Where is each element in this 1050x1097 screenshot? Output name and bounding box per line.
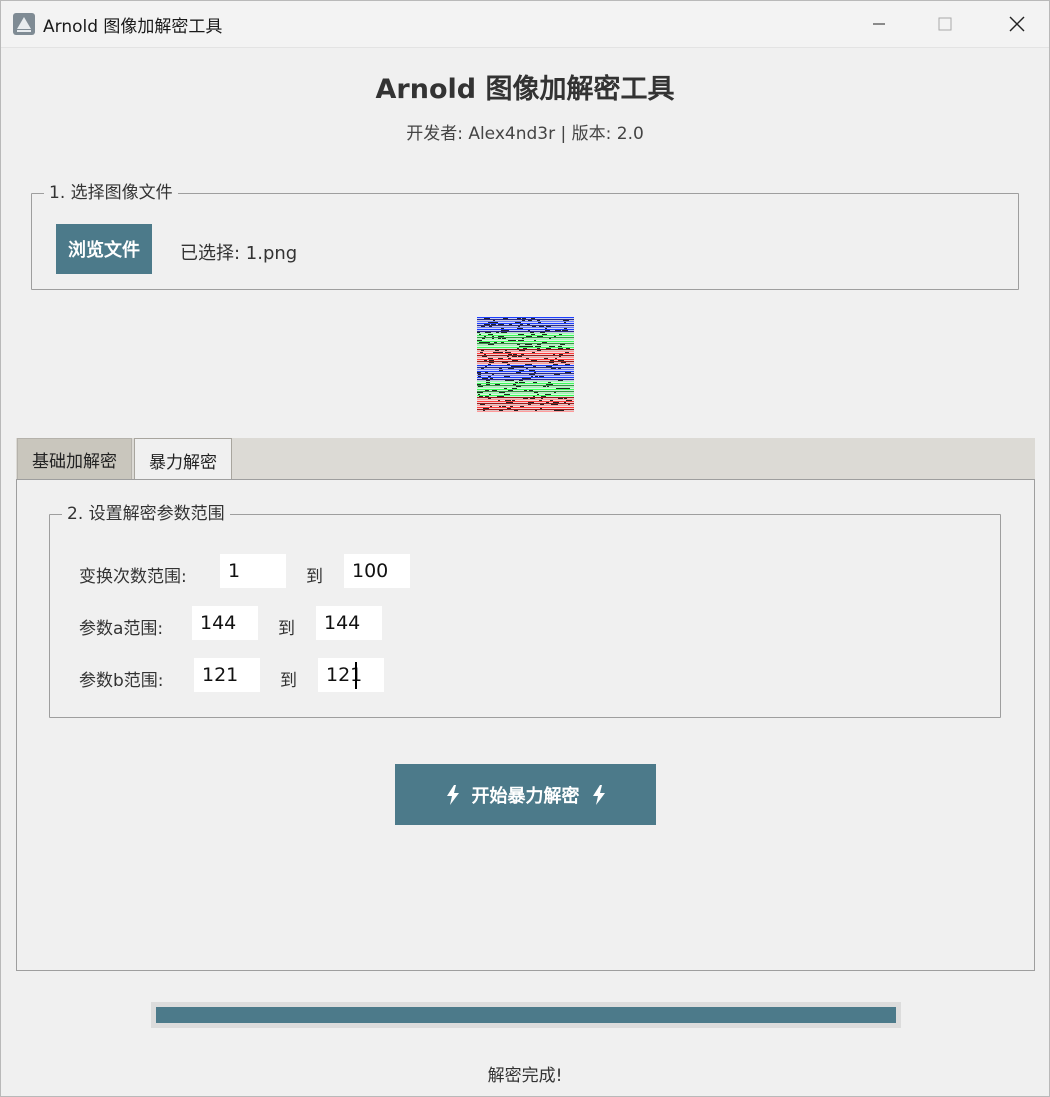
param-b-to-input[interactable] [318, 658, 384, 692]
browse-file-button[interactable]: 浏览文件 [56, 224, 152, 274]
tab-strip: 基础加解密 暴力解密 [16, 438, 1035, 481]
param-a-from-input[interactable] [192, 606, 258, 640]
tab-brute-decrypt[interactable]: 暴力解密 [134, 438, 232, 481]
page-title: Arnold 图像加解密工具 [375, 74, 675, 105]
window-title: Arnold 图像加解密工具 [43, 17, 223, 37]
progress-bar [151, 1002, 901, 1028]
param-b-range-label: 参数b范围: [79, 671, 164, 691]
maximize-button[interactable] [915, 1, 975, 47]
text-cursor [355, 662, 357, 689]
to-label: 到 [278, 619, 295, 639]
close-button[interactable] [987, 1, 1047, 47]
param-a-to-input[interactable] [316, 606, 382, 640]
selected-file-label: 已选择: 1.png [180, 243, 298, 264]
status-text: 解密完成! [487, 1066, 563, 1086]
minimize-icon [873, 23, 885, 25]
start-brute-decrypt-button[interactable]: 开始暴力解密 [395, 764, 656, 825]
app-triangle-icon [13, 13, 35, 35]
iterations-range-label: 变换次数范围: [79, 567, 187, 587]
param-b-from-input[interactable] [194, 658, 260, 692]
title-bar[interactable]: Arnold 图像加解密工具 [1, 1, 1049, 48]
file-select-group: 1. 选择图像文件 浏览文件 已选择: 1.png [31, 182, 1019, 290]
param-range-group: 2. 设置解密参数范围 变换次数范围: 到 参数a范围: 到 参数b范围: 到 [49, 503, 1001, 718]
param-a-range-label: 参数a范围: [79, 619, 164, 639]
to-label: 到 [306, 567, 323, 587]
start-brute-decrypt-label: 开始暴力解密 [471, 785, 580, 807]
lightning-icon [592, 784, 605, 805]
page-subtitle: 开发者: Alex4nd3r | 版本: 2.0 [406, 124, 644, 144]
app-window: Arnold 图像加解密工具 Arnold 图像加解密工具 开发者: Alex4… [0, 0, 1050, 1097]
tab-basic-encrypt[interactable]: 基础加解密 [17, 438, 132, 480]
image-preview [477, 317, 574, 412]
file-select-legend: 1. 选择图像文件 [44, 182, 178, 204]
maximize-icon [938, 17, 952, 31]
minimize-button[interactable] [849, 1, 909, 47]
lightning-icon [446, 784, 459, 805]
tab-panel-brute: 2. 设置解密参数范围 变换次数范围: 到 参数a范围: 到 参数b范围: 到 … [16, 479, 1035, 971]
iterations-from-input[interactable] [220, 554, 286, 588]
iterations-to-input[interactable] [344, 554, 410, 588]
to-label: 到 [280, 671, 297, 691]
progress-fill [156, 1007, 896, 1023]
param-range-legend: 2. 设置解密参数范围 [62, 503, 230, 525]
close-icon [1009, 16, 1025, 32]
